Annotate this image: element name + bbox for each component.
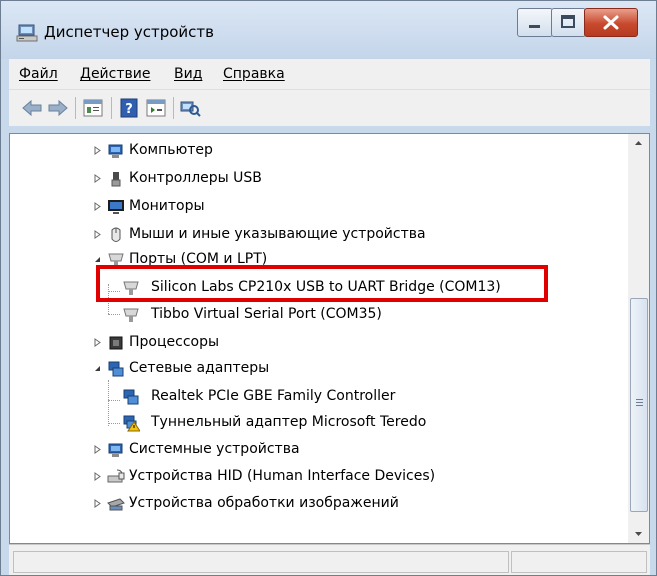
tree-item-label: Realtek PCIe GBE Family Controller <box>151 388 396 404</box>
title-bar[interactable]: Диспетчер устройств <box>1 1 656 59</box>
collapse-arrow-icon[interactable] <box>93 255 102 264</box>
expand-arrow-icon[interactable] <box>93 499 102 508</box>
imaging-icon <box>107 498 125 511</box>
menu-bar: Файл Действие Вид Справка <box>9 59 650 89</box>
toolbar-separator <box>111 97 112 119</box>
status-pane <box>13 551 509 573</box>
tree-item-label: Туннельный адаптер Microsoft Teredo <box>151 414 427 430</box>
hid-icon <box>107 469 125 483</box>
menu-help[interactable]: Справка <box>223 66 285 82</box>
expand-arrow-icon[interactable] <box>93 230 102 239</box>
tree-item-label: Мониторы <box>129 198 205 214</box>
tree-item-hid-devices[interactable]: Устройства HID (Human Interface Devices) <box>10 466 629 488</box>
tree-item-label: Системные устройства <box>129 441 300 457</box>
tree-item-monitors[interactable]: Мониторы <box>10 196 629 218</box>
tree-item-mice[interactable]: Мыши и иные указывающие устройства <box>10 224 629 246</box>
network-icon <box>123 389 139 405</box>
expand-arrow-icon[interactable] <box>93 202 102 211</box>
tree-item-label: Компьютер <box>129 142 213 158</box>
scroll-up-icon[interactable] <box>628 134 649 152</box>
thumb-grip <box>636 402 643 403</box>
status-bar <box>9 544 650 575</box>
toolbar-separator <box>173 97 174 119</box>
mouse-icon <box>111 227 121 242</box>
tree-item-label: Контроллеры USB <box>129 170 262 186</box>
properties-icon[interactable] <box>82 98 104 118</box>
maximize-icon <box>561 15 575 28</box>
tree-item-usb-controllers[interactable]: Контроллеры USB <box>10 168 629 190</box>
close-icon <box>603 15 619 30</box>
toolbar-separator <box>75 97 76 119</box>
maximize-button[interactable] <box>551 8 586 37</box>
minimize-icon <box>529 25 540 28</box>
tree-item-tibbo-port[interactable]: Tibbo Virtual Serial Port (COM35) <box>10 304 629 326</box>
close-button[interactable] <box>584 8 638 37</box>
device-tree[interactable]: Компьютер Контроллеры USB Мониторы Мыши … <box>9 133 630 544</box>
back-icon[interactable] <box>21 98 43 118</box>
status-pane <box>511 551 647 573</box>
port-icon <box>123 308 139 322</box>
device-manager-window: Диспетчер устройств Файл Действие Вид Сп… <box>0 0 657 576</box>
scrollbar-thumb[interactable] <box>630 298 648 512</box>
tree-item-label: Сетевые адаптеры <box>129 360 270 376</box>
expand-arrow-icon[interactable] <box>93 472 102 481</box>
cpu-icon <box>109 336 123 350</box>
network-warning-icon <box>123 415 140 432</box>
toolbar: ? <box>9 89 650 126</box>
menu-view[interactable]: Вид <box>174 66 202 82</box>
tree-item-system-devices[interactable]: Системные устройства <box>10 439 629 461</box>
monitor-icon <box>108 200 124 214</box>
collapse-arrow-icon[interactable] <box>93 364 102 373</box>
help-icon[interactable]: ? <box>118 98 140 118</box>
vertical-scrollbar[interactable] <box>628 133 650 544</box>
minimize-button[interactable] <box>517 8 553 37</box>
tree-item-label: Устройства HID (Human Interface Devices) <box>129 468 436 484</box>
highlight-box <box>96 265 548 302</box>
expand-arrow-icon[interactable] <box>93 174 102 183</box>
network-icon <box>108 361 124 377</box>
scroll-down-icon[interactable] <box>628 525 649 543</box>
thumb-grip <box>636 399 643 400</box>
window-title: Диспетчер устройств <box>44 23 215 41</box>
system-icon <box>108 443 123 457</box>
expand-arrow-icon[interactable] <box>93 445 102 454</box>
forward-icon[interactable] <box>47 98 69 118</box>
tree-item-processors[interactable]: Процессоры <box>10 332 629 354</box>
tree-item-imaging-devices[interactable]: Устройства обработки изображений <box>10 493 629 515</box>
scan-hardware-icon[interactable] <box>179 98 201 118</box>
menu-file[interactable]: Файл <box>19 66 58 82</box>
tree-item-realtek-controller[interactable]: Realtek PCIe GBE Family Controller <box>10 386 629 408</box>
expand-arrow-icon[interactable] <box>93 146 102 155</box>
tree-item-label: Tibbo Virtual Serial Port (COM35) <box>151 306 382 322</box>
details-icon[interactable] <box>145 98 167 118</box>
tree-item-computer[interactable]: Компьютер <box>10 140 629 162</box>
tree-item-label: Мыши и иные указывающие устройства <box>129 226 426 242</box>
tree-item-network-adapters[interactable]: Сетевые адаптеры <box>10 358 629 380</box>
usb-icon <box>111 172 121 187</box>
computer-icon <box>108 144 123 158</box>
device-manager-icon <box>16 24 38 42</box>
svg-text:?: ? <box>125 102 133 117</box>
tree-item-label: Процессоры <box>129 334 220 350</box>
tree-item-teredo-adapter[interactable]: Туннельный адаптер Microsoft Teredo <box>10 412 629 434</box>
tree-item-label: Устройства обработки изображений <box>129 495 399 511</box>
thumb-grip <box>636 405 643 406</box>
expand-arrow-icon[interactable] <box>93 338 102 347</box>
menu-action[interactable]: Действие <box>80 66 150 82</box>
